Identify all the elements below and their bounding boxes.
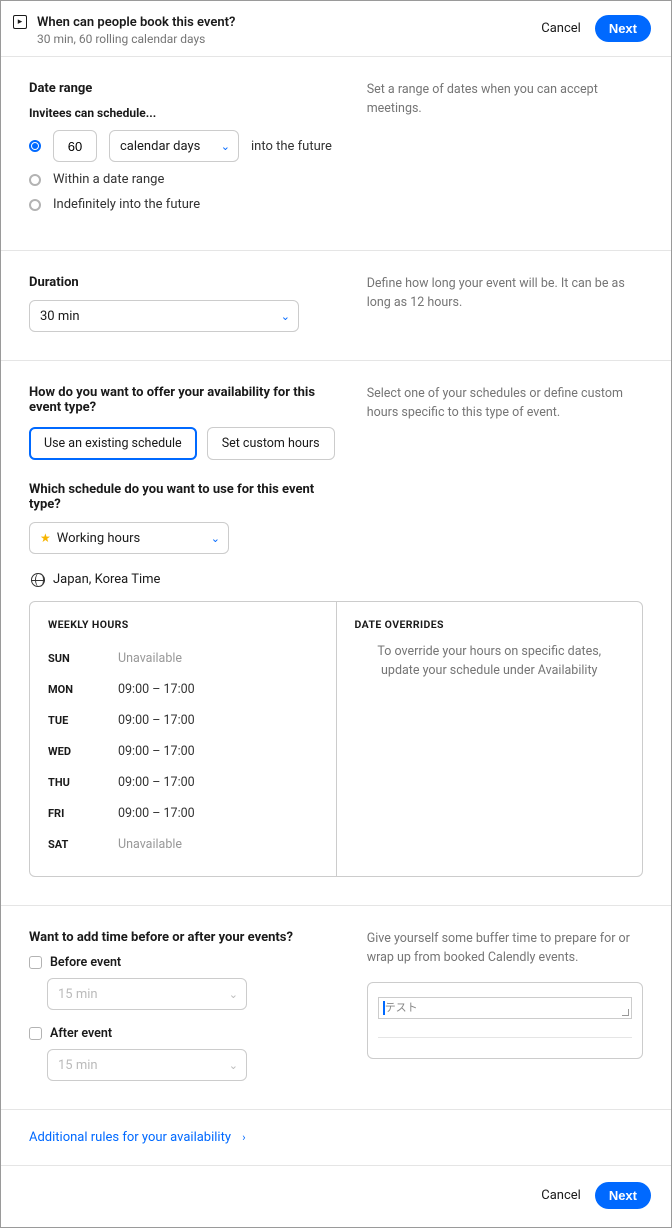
tab-custom-hours[interactable]: Set custom hours [207, 427, 335, 460]
buffer-help: Give yourself some buffer time to prepar… [367, 930, 643, 968]
after-buffer-value: 15 min [58, 1058, 98, 1073]
chevron-down-icon: ⌄ [229, 1059, 238, 1072]
before-buffer-select[interactable]: 15 min ⌄ [47, 978, 247, 1010]
before-event-checkbox[interactable] [29, 956, 42, 969]
rolling-suffix: into the future [251, 139, 332, 154]
chevron-down-icon: ⌄ [281, 310, 290, 323]
before-buffer-value: 15 min [58, 987, 98, 1002]
weekly-hours-row: MON09:00 – 17:00 [48, 674, 318, 705]
day-hours: Unavailable [118, 837, 182, 852]
rolling-unit-value: calendar days [120, 139, 200, 154]
after-buffer-select[interactable]: 15 min ⌄ [47, 1049, 247, 1081]
weekly-hours-row: SATUnavailable [48, 829, 318, 860]
weekly-hours-row: FRI09:00 – 17:00 [48, 798, 318, 829]
duration-value: 30 min [40, 309, 80, 324]
day-name: WED [48, 745, 118, 758]
buffer-ime-box: テスト [367, 982, 643, 1059]
availability-help: Select one of your schedules or define c… [367, 385, 643, 554]
radio-indefinite-label: Indefinitely into the future [53, 197, 200, 212]
cancel-button-top[interactable]: Cancel [541, 21, 581, 36]
day-name: FRI [48, 807, 118, 820]
day-hours: 09:00 – 17:00 [118, 713, 195, 728]
day-name: SAT [48, 838, 118, 851]
duration-help: Define how long your event will be. It c… [367, 275, 643, 332]
buffer-heading: Want to add time before or after your ev… [29, 930, 347, 945]
tab-existing-schedule[interactable]: Use an existing schedule [29, 427, 197, 460]
chevron-right-icon: › [242, 1131, 245, 1144]
radio-date-range[interactable] [29, 174, 41, 186]
buffer-note-text: テスト [385, 1001, 418, 1014]
globe-icon [31, 573, 45, 587]
day-hours: 09:00 – 17:00 [118, 775, 195, 790]
next-button-bottom[interactable]: Next [595, 1182, 651, 1209]
availability-question: How do you want to offer your availabili… [29, 385, 347, 415]
day-hours: Unavailable [118, 651, 182, 666]
weekly-hours-heading: WEEKLY HOURS [48, 618, 318, 631]
radio-indefinite[interactable] [29, 199, 41, 211]
divider [378, 1037, 632, 1038]
weekly-hours-row: THU09:00 – 17:00 [48, 767, 318, 798]
duration-heading: Duration [29, 275, 347, 290]
day-hours: 09:00 – 17:00 [118, 744, 195, 759]
rolling-unit-select[interactable]: calendar days ⌄ [109, 130, 239, 162]
after-event-label: After event [50, 1026, 112, 1041]
day-name: THU [48, 776, 118, 789]
day-name: SUN [48, 652, 118, 665]
date-range-help: Set a range of dates when you can accept… [367, 81, 643, 222]
radio-date-range-label: Within a date range [53, 172, 164, 187]
page-title: When can people book this event? [37, 15, 235, 30]
star-icon: ★ [40, 531, 51, 545]
chevron-down-icon: ⌄ [211, 532, 220, 545]
schedule-question: Which schedule do you want to use for th… [29, 482, 347, 512]
calendar-icon: ▸ [13, 15, 27, 29]
weekly-hours-row: WED09:00 – 17:00 [48, 736, 318, 767]
rolling-days-input[interactable] [53, 130, 97, 162]
day-hours: 09:00 – 17:00 [118, 682, 195, 697]
chevron-down-icon: ⌄ [229, 988, 238, 1001]
duration-select[interactable]: 30 min ⌄ [29, 300, 299, 332]
text-cursor [383, 1001, 385, 1015]
radio-rolling[interactable] [29, 140, 41, 152]
weekly-hours-row: SUNUnavailable [48, 643, 318, 674]
schedule-select[interactable]: ★ Working hours ⌄ [29, 522, 229, 554]
day-hours: 09:00 – 17:00 [118, 806, 195, 821]
page-subtitle: 30 min, 60 rolling calendar days [37, 32, 235, 46]
date-range-heading: Date range [29, 81, 347, 96]
schedule-value: Working hours [57, 531, 140, 546]
chevron-down-icon: ⌄ [221, 140, 230, 153]
additional-rules-label: Additional rules for your availability [29, 1130, 231, 1145]
date-range-sub: Invitees can schedule... [29, 106, 347, 120]
timezone-label: Japan, Korea Time [53, 572, 160, 587]
day-name: TUE [48, 714, 118, 727]
buffer-note-input[interactable]: テスト [378, 997, 632, 1019]
next-button-top[interactable]: Next [595, 15, 651, 42]
after-event-checkbox[interactable] [29, 1027, 42, 1040]
weekly-hours-row: TUE09:00 – 17:00 [48, 705, 318, 736]
date-overrides-heading: DATE OVERRIDES [355, 618, 625, 631]
additional-rules-toggle[interactable]: Additional rules for your availability › [29, 1130, 246, 1145]
before-event-label: Before event [50, 955, 121, 970]
cancel-button-bottom[interactable]: Cancel [541, 1188, 581, 1203]
date-overrides-msg: To override your hours on specific dates… [355, 643, 625, 681]
day-name: MON [48, 683, 118, 696]
